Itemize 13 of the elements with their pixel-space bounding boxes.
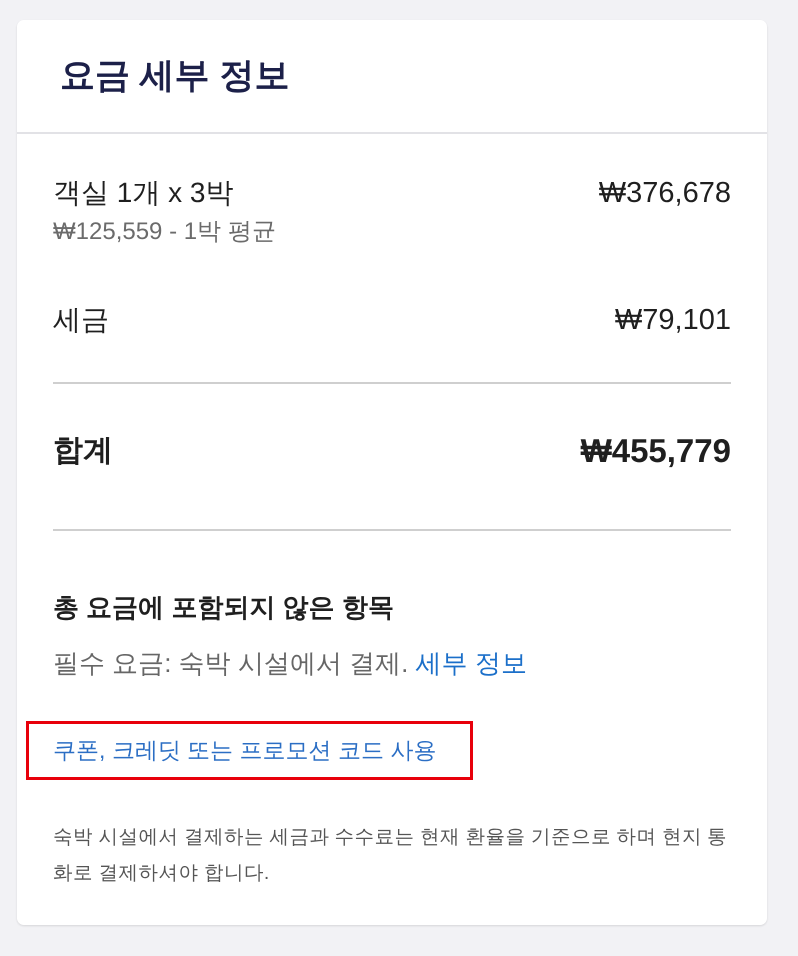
card-title: 요금 세부 정보 (60, 55, 290, 97)
details-link[interactable]: 세부 정보 (416, 648, 527, 678)
total-label: 합계 (53, 433, 113, 469)
footnote: 숙박 시설에서 결제하는 세금과 수수료는 현재 환율을 기준으로 하며 현지 통화로 결제하셔야 합니다. (53, 825, 728, 886)
line-item-label: 세금 (53, 303, 109, 337)
not-included-heading: 총 요금에 포함되지 않은 항목 (53, 591, 395, 624)
coupon-link[interactable]: 쿠폰, 크레딧 또는 프로모션 코드 사용 (53, 735, 436, 766)
line-item-amount: ₩376,678 (598, 176, 731, 211)
line-item-detail: ₩125,559 - 1박 평균 (53, 217, 276, 247)
line-item-amount: ₩79,101 (614, 303, 731, 338)
not-included-text: 필수 요금: 숙박 시설에서 결제. 세부 정보 (53, 647, 528, 680)
total-amount: ₩455,779 (580, 431, 731, 471)
line-item-label: 객실 1개 x 3박 (53, 176, 234, 210)
